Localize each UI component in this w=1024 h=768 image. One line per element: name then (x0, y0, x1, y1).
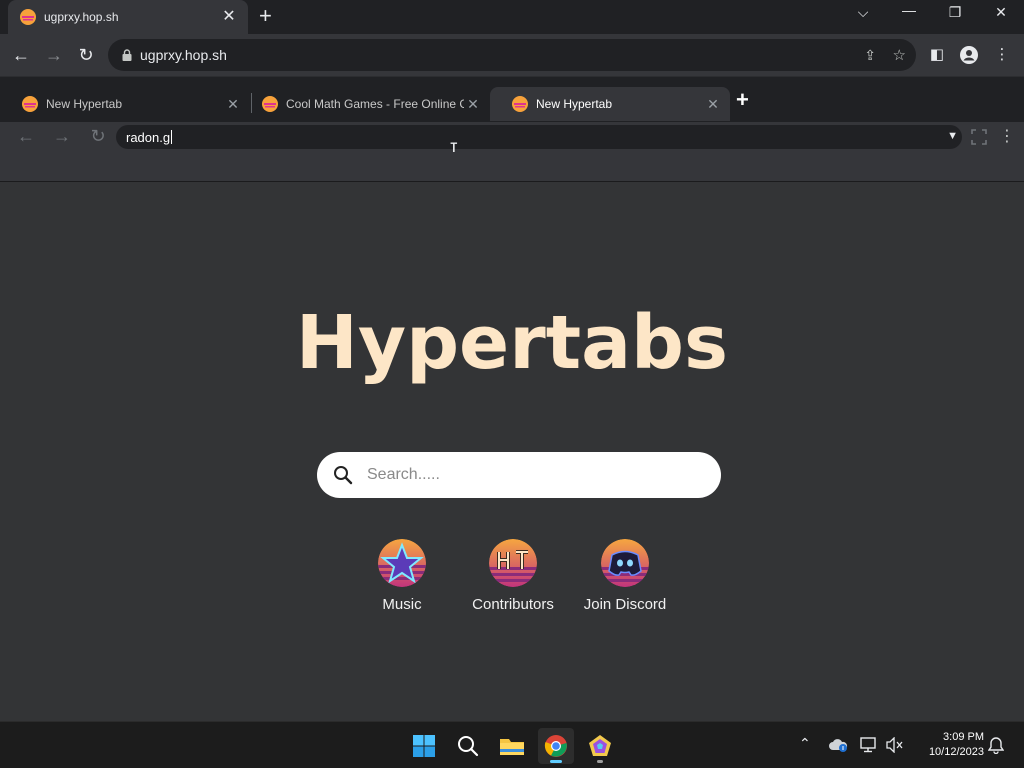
menu-dots-icon[interactable]: ⋮ (992, 45, 1012, 63)
inner-tab-strip: New Hypertab ✕ Cool Math Games - Free On… (0, 76, 1024, 122)
onedrive-cloud-icon[interactable] (828, 738, 848, 752)
inner-toolbar-spacer (0, 152, 1024, 182)
show-hidden-icons-chevron-icon[interactable]: ⌃ (799, 735, 811, 752)
system-clock[interactable]: 3:09 PM 10/12/2023 (914, 730, 984, 760)
reload-button[interactable]: ↻ (75, 44, 97, 66)
inner-menu-dots-icon[interactable]: ⋮ (996, 126, 1018, 146)
volume-muted-icon[interactable] (886, 737, 904, 753)
ht-logo-icon (489, 539, 537, 587)
address-text: ugprxy.hop.sh (140, 47, 227, 63)
inner-tab-3-active[interactable]: New Hypertab ✕ (490, 87, 730, 121)
inner-address-bar[interactable]: radon.g ▼ (116, 125, 962, 149)
dropdown-arrow-icon[interactable]: ▼ (947, 130, 958, 142)
app-icon[interactable] (582, 728, 618, 764)
inner-forward-button[interactable]: → (51, 126, 73, 147)
inner-tab-title: Cool Math Games - Free Online G (286, 97, 464, 111)
outer-tab-active[interactable]: ugprxy.hop.sh ✕ (8, 0, 248, 34)
back-button[interactable]: ← (10, 44, 32, 66)
address-bar[interactable]: ugprxy.hop.sh ⇪ ☆ (108, 39, 916, 71)
shortcut-contributors[interactable]: Contributors (458, 539, 568, 613)
bookmark-star-icon[interactable]: ☆ (893, 46, 906, 64)
new-tab-button[interactable]: + (259, 5, 272, 27)
inner-tab-1[interactable]: New Hypertab ✕ (0, 87, 250, 121)
shortcut-join-discord[interactable]: Join Discord (570, 539, 680, 613)
inner-new-tab-button[interactable]: + (736, 89, 749, 111)
windows-start-icon[interactable] (406, 728, 442, 764)
inner-toolbar: ← → ↻ radon.g ▼ ⋮ (0, 122, 1024, 152)
running-app-indicator (597, 760, 603, 763)
notification-bell-icon[interactable] (988, 736, 1004, 754)
inner-tab-title: New Hypertab (46, 97, 123, 111)
text-caret (171, 130, 173, 144)
fullscreen-icon[interactable] (971, 129, 987, 145)
search-box[interactable] (317, 452, 721, 498)
restore-button[interactable]: ❐ (940, 4, 970, 21)
search-input[interactable] (367, 466, 687, 484)
close-tab-icon[interactable]: ✕ (464, 97, 482, 111)
close-tab-icon[interactable]: ✕ (704, 97, 722, 111)
inner-tab-title: New Hypertab (536, 97, 613, 111)
close-window-button[interactable]: ✕ (986, 4, 1016, 21)
star-icon (378, 539, 426, 587)
hypertabs-favicon-icon (512, 96, 528, 112)
outer-toolbar: ← → ↻ ugprxy.hop.sh ⇪ ☆ ◧ ⋮ (0, 34, 1024, 76)
file-explorer-icon[interactable] (494, 728, 530, 764)
clock-time: 3:09 PM (943, 731, 984, 743)
share-icon[interactable]: ⇪ (864, 47, 876, 64)
inner-back-button[interactable]: ← (15, 126, 37, 147)
minimize-button[interactable]: — (894, 2, 924, 18)
chrome-icon[interactable] (538, 728, 574, 764)
outer-tab-strip: ugprxy.hop.sh ✕ + ⌵ — ❐ ✕ (0, 0, 1024, 34)
side-panel-icon[interactable]: ◧ (927, 45, 947, 63)
hypertabs-page: Hypertabs Music (0, 182, 1024, 721)
taskbar: ⌃ 3:09 PM 10/12/2023 (0, 721, 1024, 768)
discord-icon (601, 539, 649, 587)
profile-icon[interactable] (960, 46, 978, 64)
shortcut-label: Music (382, 596, 422, 613)
active-app-indicator (550, 760, 562, 763)
network-icon[interactable] (860, 737, 878, 753)
search-icon (334, 466, 353, 485)
close-tab-icon[interactable]: ✕ (220, 9, 238, 25)
clock-date: 10/12/2023 (928, 746, 984, 758)
shortcut-music[interactable]: Music (347, 539, 457, 613)
hypertabs-favicon-icon (22, 96, 38, 112)
forward-button[interactable]: → (43, 44, 65, 66)
inner-tab-2[interactable]: Cool Math Games - Free Online G ✕ (240, 87, 490, 121)
outer-tab-title: ugprxy.hop.sh (44, 10, 119, 24)
lock-icon (122, 49, 132, 61)
inner-address-text: radon.g (126, 129, 171, 145)
hypertabs-favicon-icon (20, 9, 36, 25)
inner-reload-button[interactable]: ↻ (87, 126, 109, 147)
search-icon[interactable] (450, 728, 486, 764)
shortcut-label: Contributors (472, 596, 554, 613)
tab-search-chevron-icon[interactable]: ⌵ (848, 4, 878, 21)
shortcut-label: Join Discord (583, 596, 667, 613)
hypertabs-favicon-icon (262, 96, 278, 112)
page-title: Hypertabs (295, 300, 729, 386)
